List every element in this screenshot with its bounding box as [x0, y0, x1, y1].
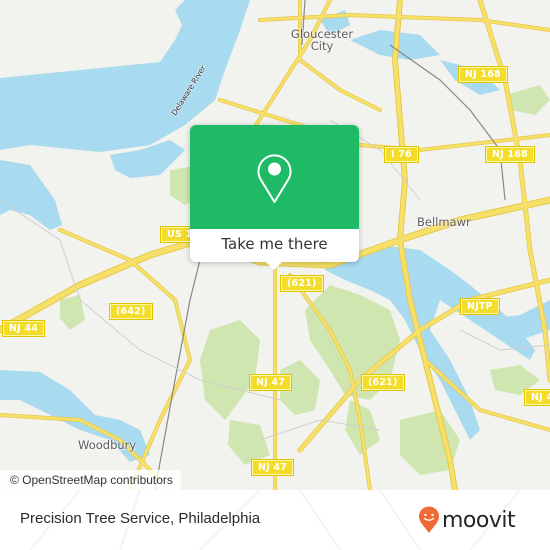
- park: [60, 295, 85, 330]
- place-label-gloucester-city: Gloucester City: [290, 27, 354, 53]
- map-attribution[interactable]: © OpenStreetMap contributors: [0, 470, 181, 490]
- route-shield-642: (642): [109, 303, 153, 320]
- route-shield-njtp: NJTP: [460, 298, 500, 315]
- map-pin-icon: [257, 154, 292, 203]
- route-shield-nj47: NJ 47: [248, 374, 293, 391]
- place-label-woodbury: Woodbury: [78, 438, 137, 452]
- park: [200, 320, 260, 420]
- route-shield-621: (621): [361, 374, 405, 391]
- route-shield-621: (621): [280, 275, 324, 292]
- route-shield-nj168: NJ 168: [485, 146, 535, 163]
- route-shield-nj44: NJ 44: [1, 320, 46, 337]
- park: [228, 420, 270, 465]
- water-body: [0, 160, 62, 230]
- railroad: [154, 239, 206, 490]
- route-shield-nj: NJ 4: [524, 389, 550, 406]
- moovit-pin-icon: [419, 506, 439, 533]
- take-me-there-button[interactable]: Take me there: [190, 229, 359, 262]
- route-shield-nj47: NJ 47: [250, 459, 295, 476]
- moovit-logo[interactable]: moovit: [418, 505, 516, 535]
- popup-header: [190, 125, 359, 229]
- place-title: Precision Tree Service, Philadelphia: [20, 510, 261, 527]
- location-popup: Take me there: [190, 125, 359, 270]
- moovit-wordmark: moovit: [442, 507, 516, 533]
- place-label-bellmawr: Bellmawr: [417, 215, 471, 229]
- map[interactable]: Delaware River Gloucester City Bellmawr …: [0, 0, 550, 490]
- route-shield-i76: I 76: [384, 146, 419, 163]
- route-shield-nj168: NJ 168: [458, 66, 508, 83]
- popup-pointer: [266, 262, 282, 270]
